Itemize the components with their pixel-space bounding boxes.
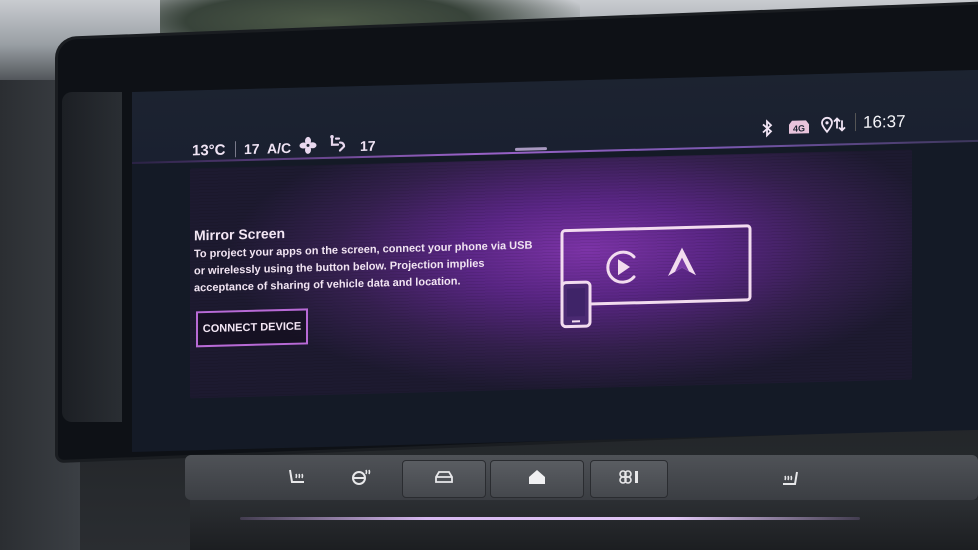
apple-carplay-icon (606, 250, 636, 284)
heated-seat-icon (780, 470, 800, 493)
heated-steering-icon (350, 468, 372, 491)
climate-button[interactable] (590, 460, 668, 498)
infotainment-screen: 13°C 17 A/C 17 4G 16:37 Mirror Screen To… (132, 69, 978, 452)
status-divider (855, 113, 856, 132)
dashboard-lower-trim (190, 500, 978, 550)
left-temperature[interactable]: 17 (244, 141, 260, 157)
projection-illustration (552, 222, 752, 337)
display-bezel-side (62, 92, 122, 422)
ac-status[interactable]: A/C (267, 140, 291, 157)
bluetooth-icon (760, 119, 774, 138)
clock: 16:37 (863, 111, 906, 132)
android-auto-icon (668, 247, 696, 276)
mirror-screen-description: To project your apps on the screen, conn… (194, 239, 533, 295)
home-icon (527, 469, 547, 490)
home-button[interactable] (490, 460, 584, 498)
car-icon (433, 470, 455, 489)
heated-seat-icon (287, 468, 307, 491)
heated-seat-left-button[interactable] (190, 460, 405, 496)
airflow-direction-icon[interactable] (328, 133, 348, 154)
fan-temperature-icon (617, 469, 641, 490)
status-divider (235, 141, 236, 158)
mirror-screen-title: Mirror Screen (194, 224, 286, 244)
network-4g-icon: 4G (788, 118, 810, 135)
ambient-light-strip (240, 517, 860, 520)
fan-icon[interactable] (299, 136, 317, 154)
connect-device-button[interactable]: CONNECT DEVICE (196, 308, 308, 348)
vehicle-button[interactable] (402, 460, 486, 498)
right-temperature[interactable]: 17 (360, 138, 376, 154)
location-data-icon (820, 115, 848, 134)
mirror-screen-panel: Mirror Screen To project your apps on th… (190, 149, 912, 399)
svg-text:4G: 4G (793, 123, 805, 133)
phone-icon (560, 280, 592, 329)
heated-seat-right-button[interactable] (672, 460, 978, 496)
outside-temperature: 13°C (192, 141, 226, 160)
